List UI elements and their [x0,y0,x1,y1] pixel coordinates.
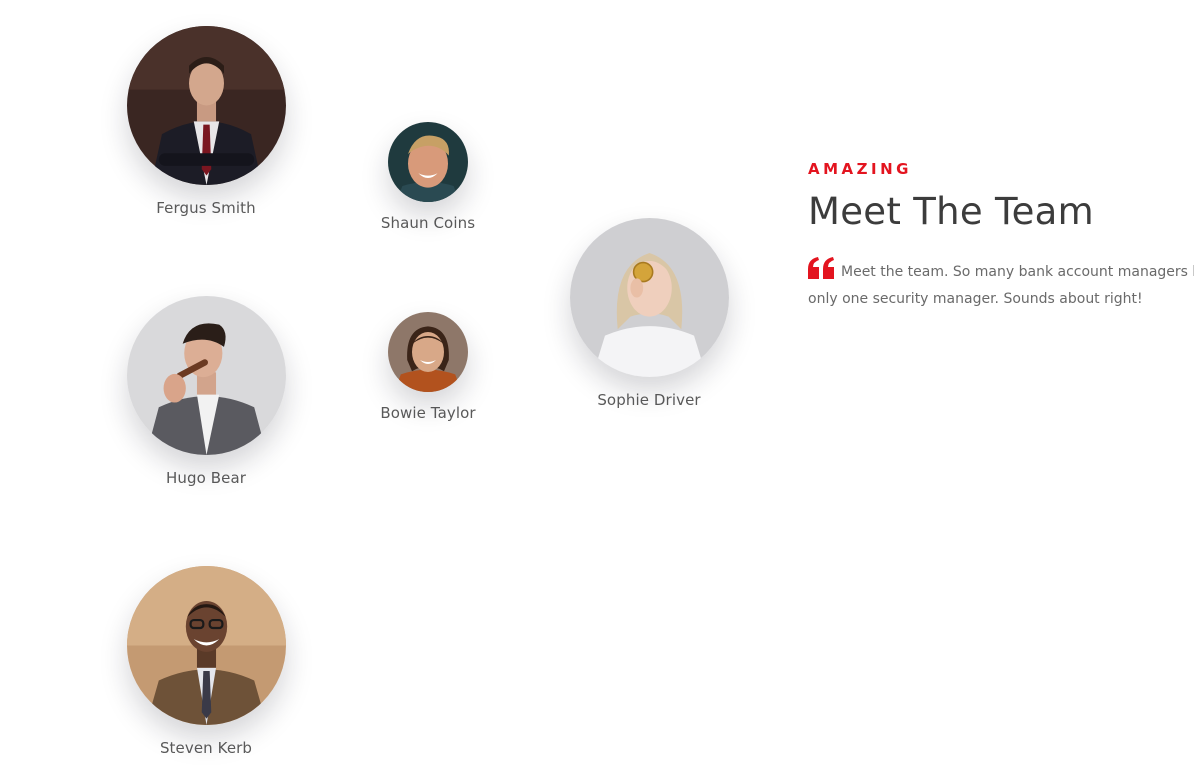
avatar-sophie-driver [569,218,729,377]
section-eyebrow: AMAZING [808,160,912,178]
avatar-hugo-bear [126,296,286,455]
avatar-shaun-coins [388,122,468,202]
quote-left-icon [808,257,835,279]
section-title: Meet The Team [808,190,1094,233]
team-member-shaun-coins: Shaun Coins [348,122,508,232]
member-name: Hugo Bear [165,469,247,487]
team-member-hugo-bear: Hugo Bear [106,296,306,487]
team-member-bowie-taylor: Bowie Taylor [348,312,508,422]
member-name: Bowie Taylor [380,404,476,422]
team-intro: AMAZING Meet The Team Meet the team. So … [808,160,1194,313]
avatar-bowie-taylor [388,312,468,392]
team-member-fergus-smith: Fergus Smith [106,26,306,217]
quote-line-1: Meet the team. So many bank account mana… [808,257,1194,286]
intro-quote: Meet the team. So many bank account mana… [808,257,1194,313]
team-member-steven-kerb: Steven Kerb [106,566,306,757]
team-member-sophie-driver: Sophie Driver [549,218,749,409]
member-name: Shaun Coins [380,214,476,232]
member-name: Sophie Driver [597,391,701,409]
member-name: Fergus Smith [156,199,256,217]
quote-text-line-2: only one security manager. Sounds about … [808,291,1143,307]
avatar-steven-kerb [126,566,286,725]
avatar-fergus-smith [126,26,286,185]
quote-text-line-1: Meet the team. So many bank account mana… [841,264,1194,280]
member-name: Steven Kerb [159,739,253,757]
